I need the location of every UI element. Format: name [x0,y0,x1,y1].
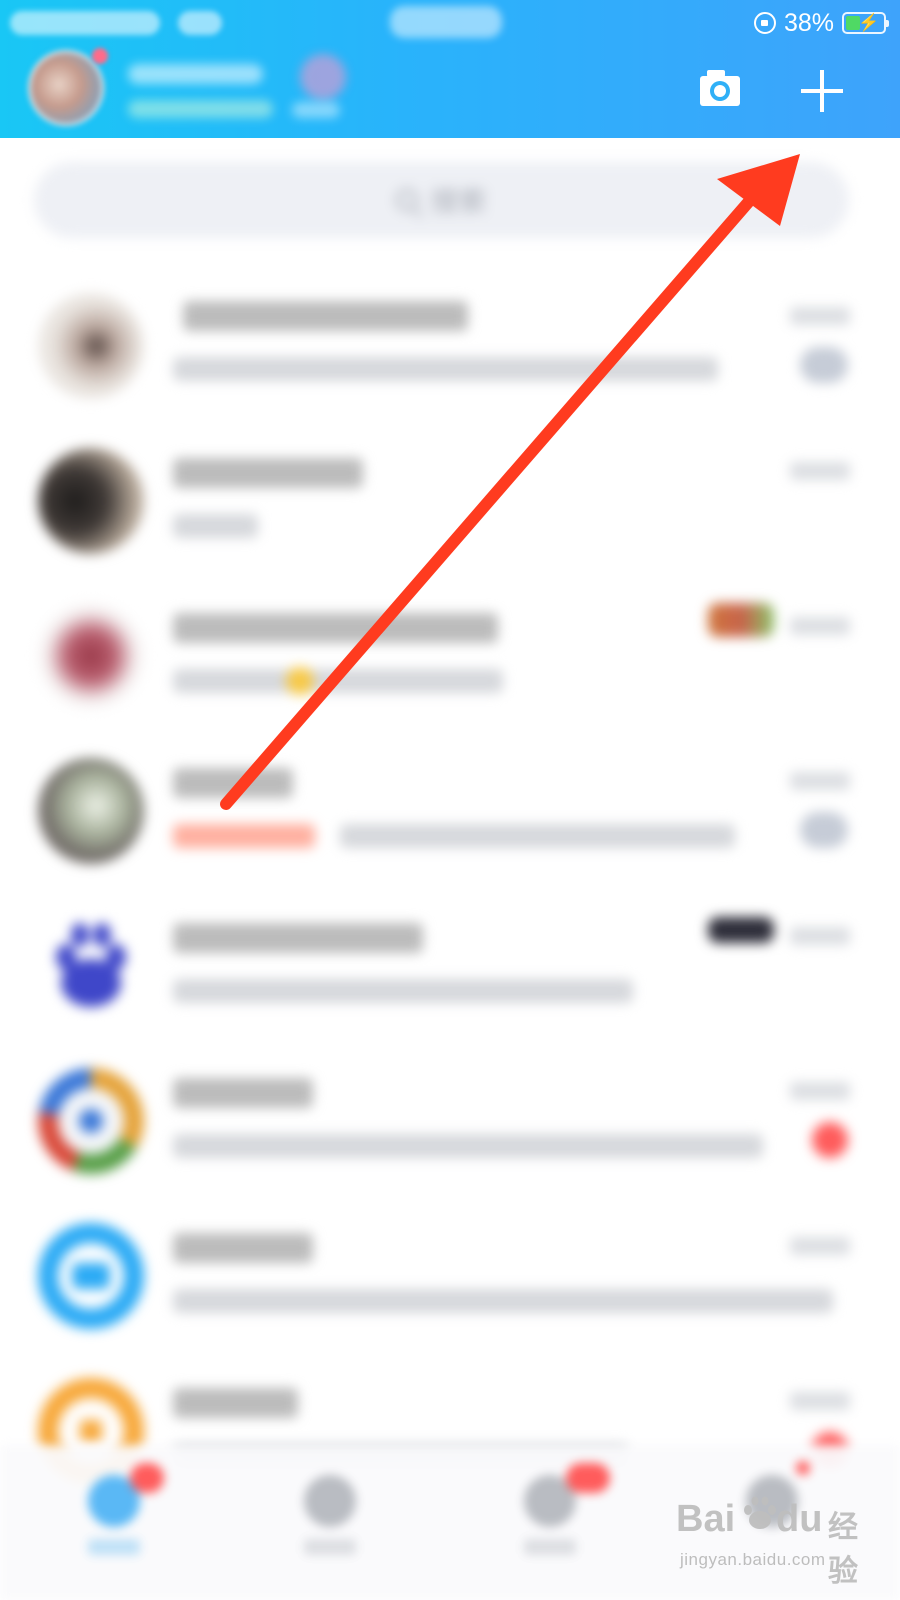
search-placeholder: 搜索 [430,186,487,217]
chat-title [173,458,363,488]
watermark-brand-cn: 经验 [828,1511,858,1588]
header-bar: 38% ⚡ [0,0,900,138]
tab-messages[interactable] [50,1463,170,1585]
carrier-signal [10,8,225,38]
profile-avatar[interactable] [28,50,104,126]
vip-icon [300,54,346,100]
status-right: 38% ⚡ [753,6,889,40]
chat-list-area: 搜索 [0,138,900,1600]
add-plus-button[interactable] [795,64,849,118]
mention-text [173,824,315,848]
tab-discover[interactable] [486,1463,610,1585]
chat-time [790,927,850,945]
group-tag-icon [708,917,774,943]
tab-label [304,1539,356,1555]
tab-badge [566,1463,610,1493]
camera-icon [700,70,740,106]
group-tag-icon [708,603,774,637]
chat-title [183,301,468,331]
chat-time [790,1082,850,1100]
chat-item[interactable] [0,738,900,893]
chat-title [173,613,498,643]
online-status [128,100,273,118]
watermark-url: jingyan.baidu.com [680,1550,826,1569]
computer-avatar-icon [38,1223,144,1329]
watermark-brand-suffix: du [776,1498,823,1540]
unread-badge [800,347,848,383]
plus-icon [801,70,843,112]
watermark-brand: Bai [676,1498,736,1540]
search-icon [396,189,419,211]
chat-time [790,307,850,325]
chat-item[interactable] [0,428,900,583]
camera-button[interactable] [696,66,746,116]
contacts-tab-icon [304,1475,356,1527]
chat-item[interactable] [0,1048,900,1203]
chat-time [790,772,850,790]
chat-preview [340,824,735,848]
chat-preview [173,514,258,538]
tab-label [524,1539,576,1555]
chat-time [790,1237,850,1255]
paw-logo-icon [744,1496,776,1529]
battery-percentage: 38% [783,8,834,37]
chat-item[interactable] [0,273,900,428]
chat-title [173,1388,298,1418]
orientation-lock-icon [753,12,776,34]
chat-avatar [38,448,144,554]
chat-item[interactable] [0,583,900,738]
avatar-badge [92,48,108,64]
vip-label [292,102,340,118]
tab-label [88,1539,140,1555]
baidu-jingyan-watermark: Bai du 经验 jingyan.baidu.com [676,1490,876,1588]
emoji-icon [286,667,314,695]
chat-title [173,1078,313,1108]
chat-item[interactable] [0,1203,900,1358]
chat-preview [173,669,503,693]
chat-avatar [38,1068,144,1174]
tab-badge [130,1463,164,1493]
tab-contacts[interactable] [266,1475,386,1585]
tab-badge [796,1461,810,1475]
chat-avatar [38,758,144,864]
status-time [390,6,502,38]
chat-title [173,768,293,798]
chat-preview [173,357,718,381]
profile-name [128,64,263,84]
chat-time [790,1392,850,1410]
search-bar[interactable]: 搜索 [34,162,849,238]
unread-badge [800,812,848,848]
chat-preview [173,1134,763,1158]
chat-preview [173,979,633,1003]
chat-time [790,617,850,635]
unread-badge [812,1122,848,1158]
chat-preview [173,1289,833,1313]
chat-title [173,923,423,953]
chat-avatar [38,293,144,399]
chat-item[interactable] [0,893,900,1048]
chat-avatar [38,603,144,709]
battery-icon: ⚡ [842,12,889,34]
chat-title [173,1233,313,1263]
paw-avatar-icon [38,913,144,1019]
chat-time [790,462,850,480]
